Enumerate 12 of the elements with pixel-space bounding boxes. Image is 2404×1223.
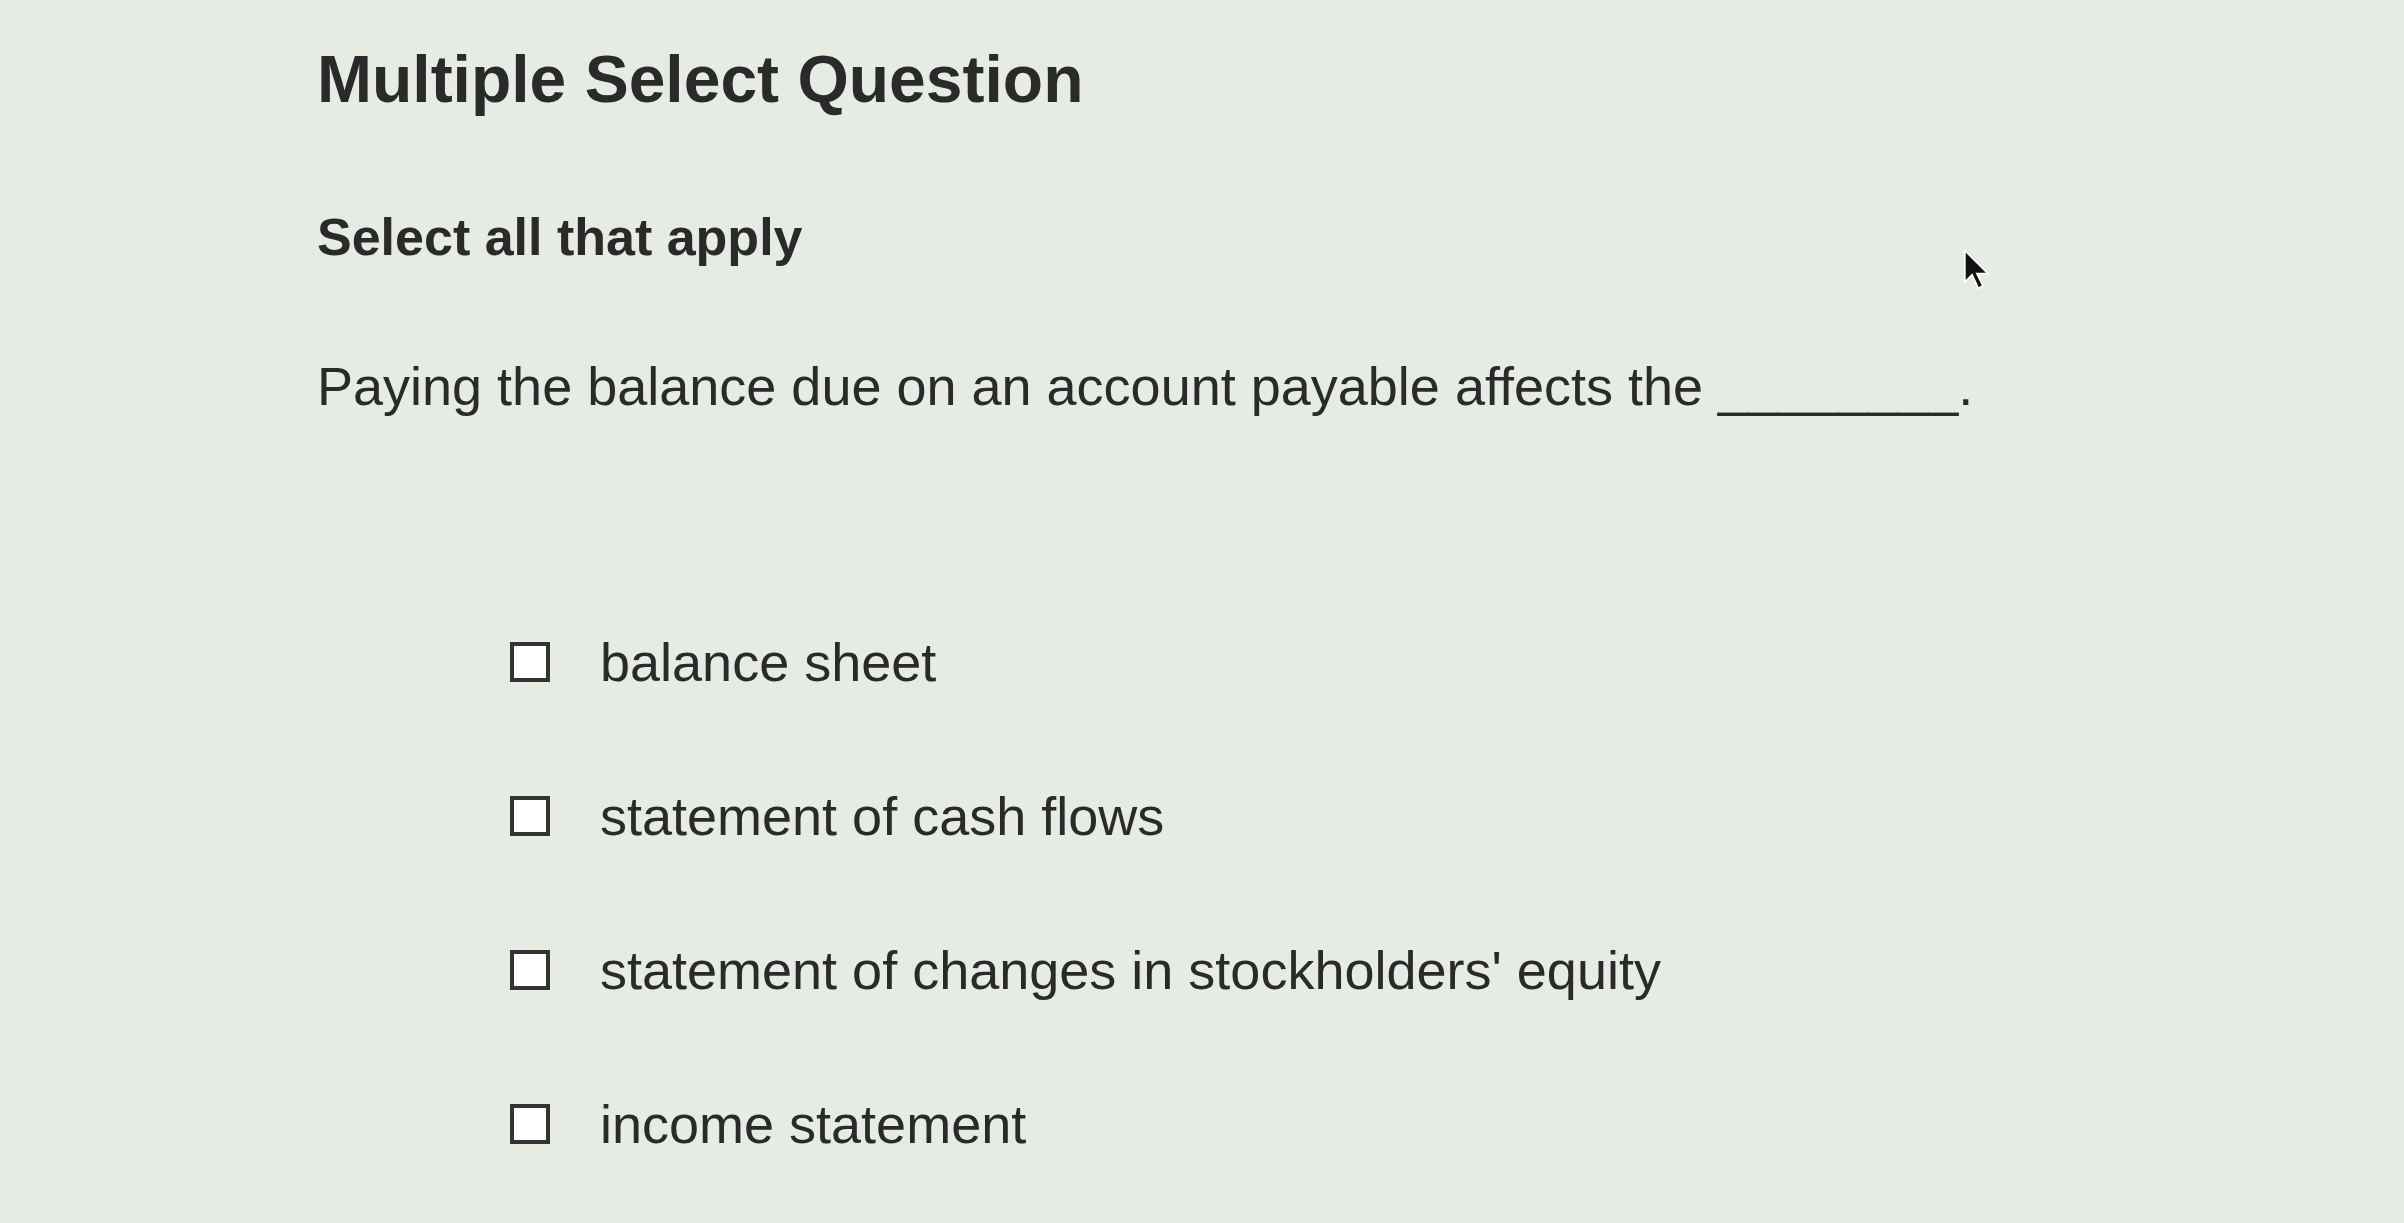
question-text: Paying the balance due on an account payable affects the ________. bbox=[317, 355, 1974, 418]
option-label[interactable]: balance sheet bbox=[600, 631, 937, 694]
checkbox[interactable] bbox=[510, 796, 550, 837]
option-label[interactable]: statement of changes in stockholders' equity bbox=[600, 939, 1661, 1002]
option-label[interactable]: income statement bbox=[600, 1093, 1027, 1156]
checkbox[interactable] bbox=[510, 950, 550, 991]
mouse-pointer-icon bbox=[1962, 248, 1992, 292]
option-label[interactable]: statement of cash flows bbox=[600, 785, 1165, 848]
checkbox[interactable] bbox=[510, 1104, 550, 1145]
checkbox[interactable] bbox=[510, 642, 550, 683]
question-type-title: Multiple Select Question bbox=[317, 41, 1084, 118]
instruction-text: Select all that apply bbox=[317, 207, 803, 268]
